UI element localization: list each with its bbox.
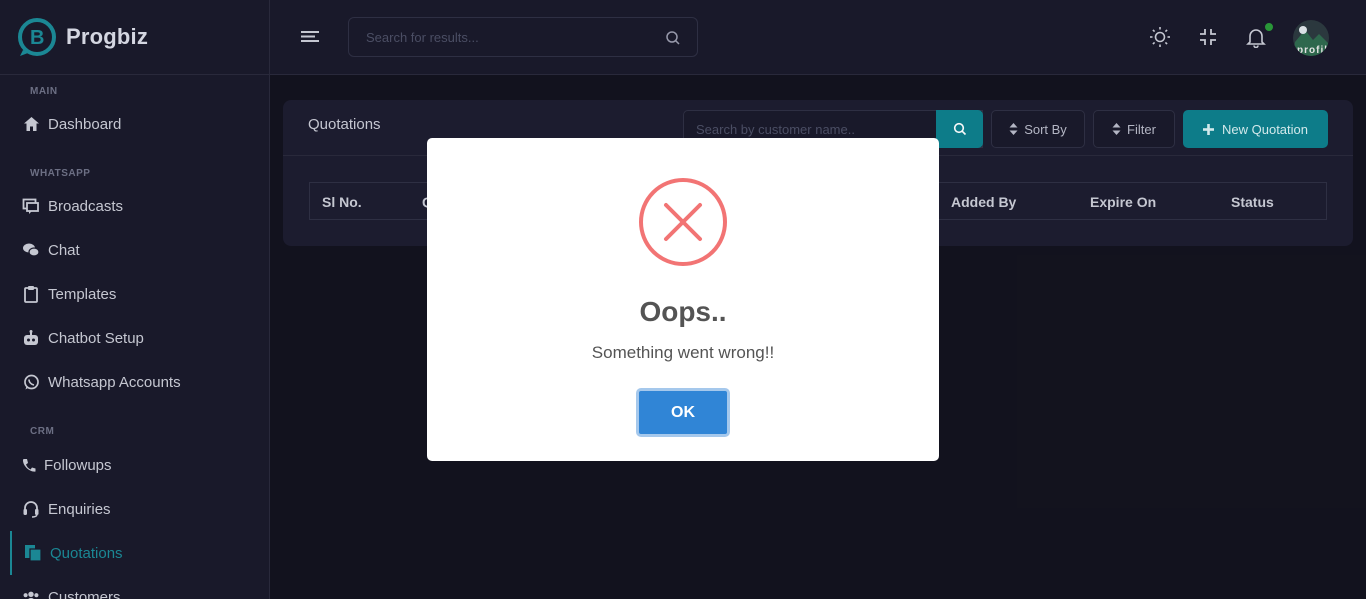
ok-button[interactable]: OK xyxy=(636,388,730,437)
dialog-message: Something went wrong!! xyxy=(591,343,775,362)
error-dialog: Oops.. Something went wrong!! OK xyxy=(427,138,939,461)
error-icon xyxy=(639,178,727,266)
dialog-title: Oops.. xyxy=(639,296,727,327)
modal-overlay: Oops.. Something went wrong!! OK xyxy=(0,0,1366,599)
